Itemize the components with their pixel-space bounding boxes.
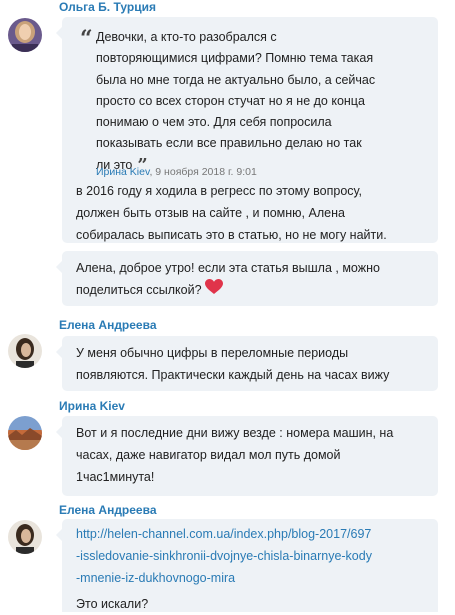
quote-line: повторяющимися цифрами? Помню тема такая xyxy=(96,51,374,66)
message-bubble-olga-2: Алена, доброе утро! если эта статья вышл… xyxy=(56,251,438,306)
message-bubble-elena-2: http://helen-channel.com.ua/index.php/bl… xyxy=(56,519,438,615)
reply-line: собиралась выписать это в статью, но не … xyxy=(76,228,387,242)
quote-line: просто со всех сторон стучат но я не до … xyxy=(96,93,365,108)
avatar-irina[interactable] xyxy=(8,416,42,450)
cite-author-link[interactable]: Ирина Kiev xyxy=(96,166,149,178)
avatar-olga[interactable] xyxy=(8,18,42,52)
link-line: -mnenie-iz-dukhovnogo-mira xyxy=(76,571,236,585)
reply-line: в 2016 году я ходила в регресс по этому … xyxy=(76,184,362,198)
avatar-elena-2[interactable] xyxy=(8,520,42,554)
message-line-text: поделиться ссылкой? xyxy=(76,283,202,297)
avatar-elena[interactable] xyxy=(8,334,42,368)
quote-line: показывать если все правильно делаю но т… xyxy=(96,136,362,151)
message-line: У меня обычно цифры в переломные периоды xyxy=(76,346,349,360)
open-quote-icon: “ xyxy=(80,26,93,52)
quote-line: понимаю о чем это. Для себя попросила xyxy=(96,115,332,130)
link-line: -issledovanie-sinkhronii-dvojnye-chisla-… xyxy=(76,549,372,563)
link-line: http://helen-channel.com.ua/index.php/bl… xyxy=(76,527,372,541)
post-author-irina[interactable]: Ирина Kiev xyxy=(59,399,125,413)
message-bubble-elena: У меня обычно цифры в переломные периоды… xyxy=(56,336,438,391)
cite-date: , 9 ноября 2018 г. 9:01 xyxy=(149,166,257,178)
message-line: Алена, доброе утро! если эта статья вышл… xyxy=(76,261,380,275)
post-author-elena-2[interactable]: Елена Андреева xyxy=(59,503,157,517)
quoted-message: Девочки, а кто-то разобрался с повторяющ… xyxy=(96,27,426,176)
reply-text: в 2016 году я ходила в регресс по этому … xyxy=(76,180,436,246)
quote-line: Девочки, а кто-то разобрался с xyxy=(96,30,277,44)
message-line: 1час1минута! xyxy=(76,470,155,484)
reply-line: должен быть отзыв на сайте , и помню, Ал… xyxy=(76,206,345,220)
message-text: http://helen-channel.com.ua/index.php/bl… xyxy=(76,523,436,615)
heart-icon xyxy=(204,279,223,302)
quote-line: была но мне тогда не актуально было, а с… xyxy=(96,72,376,87)
message-text: Алена, доброе утро! если эта статья вышл… xyxy=(76,257,436,302)
message-line: Вот и я последние дни вижу везде : номер… xyxy=(76,426,394,440)
message-line: часах, даже навигатор видал мол путь дом… xyxy=(76,448,341,462)
post-author-elena[interactable]: Елена Андреева xyxy=(59,318,157,332)
message-text: У меня обычно цифры в переломные периоды… xyxy=(76,342,436,386)
message-text: Вот и я последние дни вижу везде : номер… xyxy=(76,422,436,488)
post-author-olga[interactable]: Ольга Б. Турция xyxy=(59,0,156,14)
message-bubble-irina: Вот и я последние дни вижу везде : номер… xyxy=(56,416,438,496)
message-line: поделиться ссылкой? xyxy=(76,279,436,302)
article-link[interactable]: http://helen-channel.com.ua/index.php/bl… xyxy=(76,523,436,589)
quote-citation: Ирина Kiev, 9 ноября 2018 г. 9:01 xyxy=(96,166,257,178)
message-line: появляются. Практически каждый день на ч… xyxy=(76,368,390,382)
